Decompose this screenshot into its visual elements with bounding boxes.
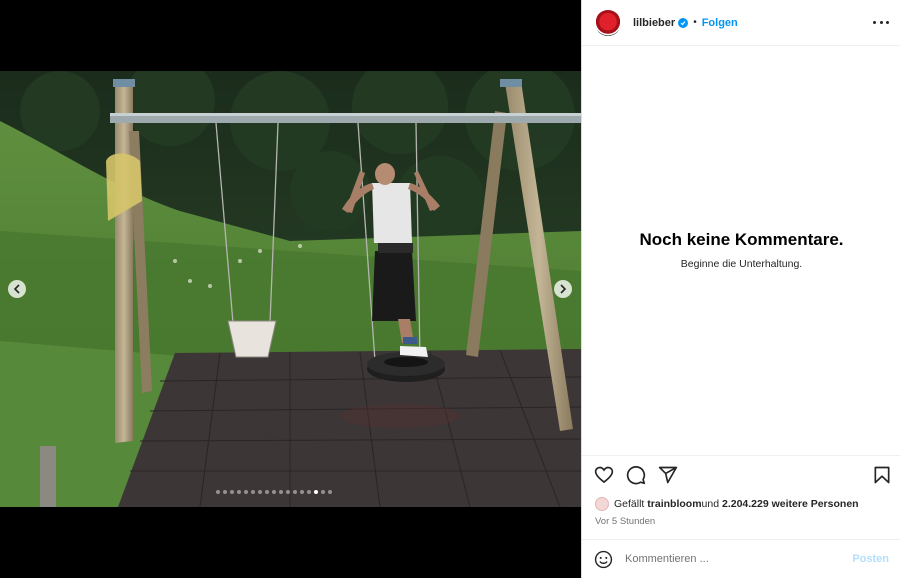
post-modal: lilbieber • Folgen Noch keine Kommentare… (0, 0, 900, 578)
verified-icon (678, 17, 689, 28)
carousel-dot (328, 490, 332, 494)
carousel-dot (279, 490, 283, 494)
carousel-dot (230, 490, 234, 494)
action-bar (582, 455, 900, 493)
bookmark-icon[interactable] (872, 465, 892, 485)
likes-middle: und (701, 498, 720, 510)
comment-icon[interactable] (626, 465, 646, 485)
username-link[interactable]: lilbieber (633, 17, 675, 29)
carousel-prev-button[interactable] (8, 280, 26, 298)
carousel-dot (223, 490, 227, 494)
comment-input[interactable] (625, 553, 853, 565)
carousel-next-button[interactable] (554, 280, 572, 298)
carousel-dot (237, 490, 241, 494)
post-photo[interactable] (0, 71, 581, 507)
chevron-right-icon (560, 284, 567, 294)
media-viewer (0, 0, 581, 578)
carousel-dot (244, 490, 248, 494)
more-options-button[interactable] (873, 14, 889, 30)
likes-summary: Gefällt trainbloom und 2.204.229 weitere… (595, 497, 859, 511)
carousel-indicator (216, 490, 332, 494)
liker-username[interactable]: trainbloom (647, 498, 701, 510)
empty-comments-subtitle: Beginne die Unterhaltung. (680, 258, 803, 270)
liker-avatar[interactable] (595, 497, 609, 511)
share-icon[interactable] (658, 465, 678, 485)
likes-count[interactable]: 2.204.229 weitere Personen (722, 498, 859, 510)
post-side-panel: lilbieber • Folgen Noch keine Kommentare… (581, 0, 900, 578)
emoji-icon[interactable] (594, 550, 613, 569)
heart-icon[interactable] (594, 465, 614, 485)
post-comment-button[interactable]: Posten (852, 553, 889, 565)
carousel-dot (293, 490, 297, 494)
comment-composer: Posten (582, 539, 900, 578)
likes-prefix: Gefällt (614, 498, 645, 510)
empty-comments-title: Noch keine Kommentare. (639, 230, 844, 249)
carousel-dot (307, 490, 311, 494)
carousel-dot (265, 490, 269, 494)
carousel-dot (258, 490, 262, 494)
carousel-dot (300, 490, 304, 494)
carousel-dot (314, 490, 318, 494)
header-separator: • (693, 17, 697, 28)
more-icon (873, 20, 876, 24)
carousel-dot (286, 490, 290, 494)
post-header: lilbieber • Folgen (582, 0, 900, 46)
carousel-dot (216, 490, 220, 494)
chevron-left-icon (13, 284, 20, 294)
post-timestamp[interactable]: Vor 5 Stunden (595, 516, 655, 527)
empty-comments: Noch keine Kommentare. Beginne die Unter… (582, 230, 900, 270)
follow-button[interactable]: Folgen (702, 17, 738, 29)
carousel-dot (272, 490, 276, 494)
carousel-dot (321, 490, 325, 494)
carousel-dot (251, 490, 255, 494)
avatar[interactable] (595, 9, 621, 36)
